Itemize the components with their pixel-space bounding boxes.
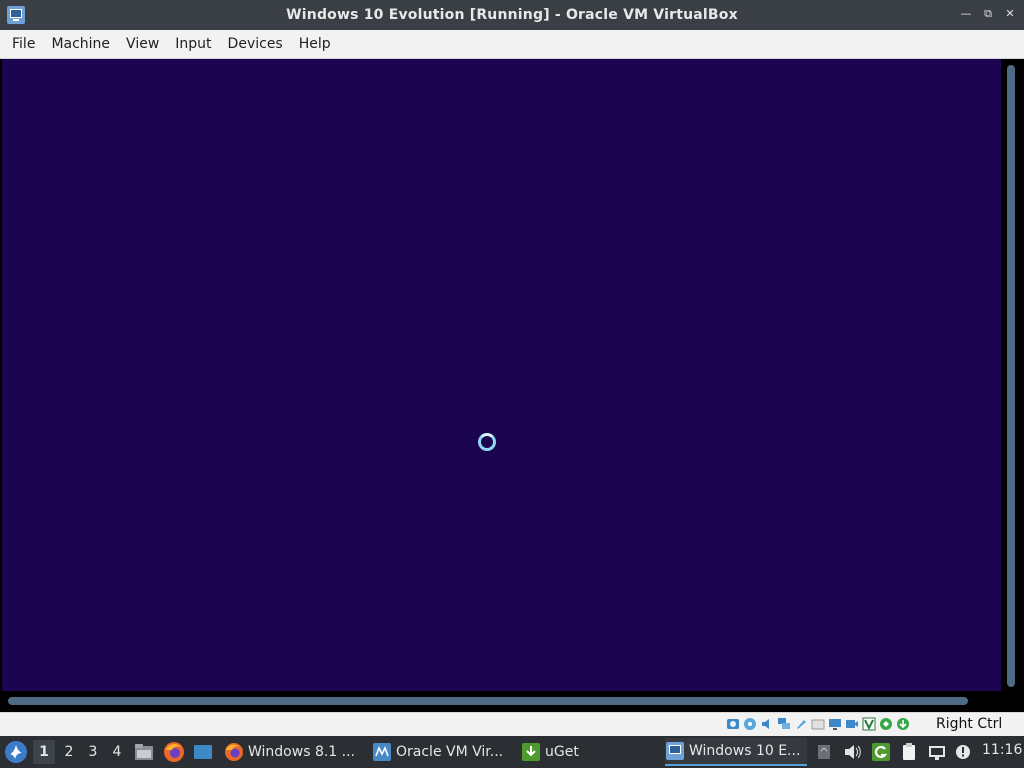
audio-icon[interactable] <box>760 716 774 732</box>
horizontal-scroll-thumb[interactable] <box>8 697 968 705</box>
task-label: Windows 8.1 ... <box>248 744 356 760</box>
clipboard-icon[interactable] <box>899 742 919 762</box>
loading-spinner-icon <box>478 433 496 451</box>
minimize-button[interactable]: — <box>958 6 974 22</box>
uget-tray-icon[interactable] <box>871 742 891 762</box>
firefox-icon[interactable] <box>163 741 185 763</box>
uget-icon <box>522 743 540 761</box>
usb-icon[interactable] <box>794 716 808 732</box>
taskbar: 1 2 3 4 Windows 8.1 ... Oracle VM Vir... <box>0 736 1024 768</box>
menu-help[interactable]: Help <box>291 30 339 59</box>
menu-input[interactable]: Input <box>167 30 219 59</box>
workspace-1[interactable]: 1 <box>33 740 55 764</box>
menu-devices[interactable]: Devices <box>220 30 291 59</box>
network-tray-icon[interactable] <box>927 742 947 762</box>
host-key-label: Right Ctrl <box>936 716 1003 732</box>
vertical-scroll-thumb[interactable] <box>1007 65 1015 687</box>
network-icon[interactable] <box>777 716 791 732</box>
display-icon[interactable] <box>828 716 842 732</box>
virtualization-icon[interactable] <box>862 716 876 732</box>
video-capture-icon[interactable] <box>845 716 859 732</box>
menu-machine[interactable]: Machine <box>43 30 118 59</box>
workspace-4[interactable]: 4 <box>106 740 128 764</box>
firefox-icon <box>225 743 243 761</box>
window-title: Windows 10 Evolution [Running] - Oracle … <box>286 7 738 23</box>
workspace-2[interactable]: 2 <box>58 740 80 764</box>
window-controls: — ⧉ ✕ <box>958 6 1018 22</box>
volume-icon[interactable] <box>842 742 862 762</box>
optical-drive-icon[interactable] <box>743 716 757 732</box>
keyboard-icon[interactable] <box>896 716 910 732</box>
task-windows-8-1[interactable]: Windows 8.1 ... <box>224 738 356 766</box>
task-uget[interactable]: uGet <box>521 738 591 766</box>
mouse-integration-icon[interactable] <box>879 716 893 732</box>
desktop-icon[interactable] <box>192 741 214 763</box>
task-label: Windows 10 E... <box>689 743 801 759</box>
vm-status-bar: Right Ctrl <box>0 712 1024 736</box>
notification-icon[interactable] <box>953 742 973 762</box>
shared-folders-icon[interactable] <box>811 716 825 732</box>
restore-button[interactable]: ⧉ <box>980 6 996 22</box>
file-manager-icon[interactable] <box>133 741 155 763</box>
virtualbox-manager-icon <box>373 743 391 761</box>
virtualbox-icon <box>7 6 25 24</box>
clock[interactable]: 11:16 <box>982 742 1022 758</box>
workspace-3[interactable]: 3 <box>82 740 104 764</box>
virtualbox-vm-icon <box>666 742 684 760</box>
task-label: Oracle VM Vir... <box>396 744 504 760</box>
start-menu-icon[interactable] <box>4 740 28 764</box>
close-button[interactable]: ✕ <box>1002 6 1018 22</box>
vm-screen[interactable] <box>2 59 1001 691</box>
menu-file[interactable]: File <box>4 30 43 59</box>
menu-bar: File Machine View Input Devices Help <box>0 30 1024 59</box>
task-label: uGet <box>545 744 579 760</box>
menu-view[interactable]: View <box>118 30 167 59</box>
tray-handle-icon[interactable] <box>814 742 834 762</box>
window-titlebar[interactable]: Windows 10 Evolution [Running] - Oracle … <box>0 0 1024 30</box>
vm-display-frame <box>0 59 1024 712</box>
task-oracle-vm-manager[interactable]: Oracle VM Vir... <box>372 738 512 766</box>
hard-disk-icon[interactable] <box>726 716 740 732</box>
task-windows-10-evolution[interactable]: Windows 10 E... <box>665 738 807 766</box>
